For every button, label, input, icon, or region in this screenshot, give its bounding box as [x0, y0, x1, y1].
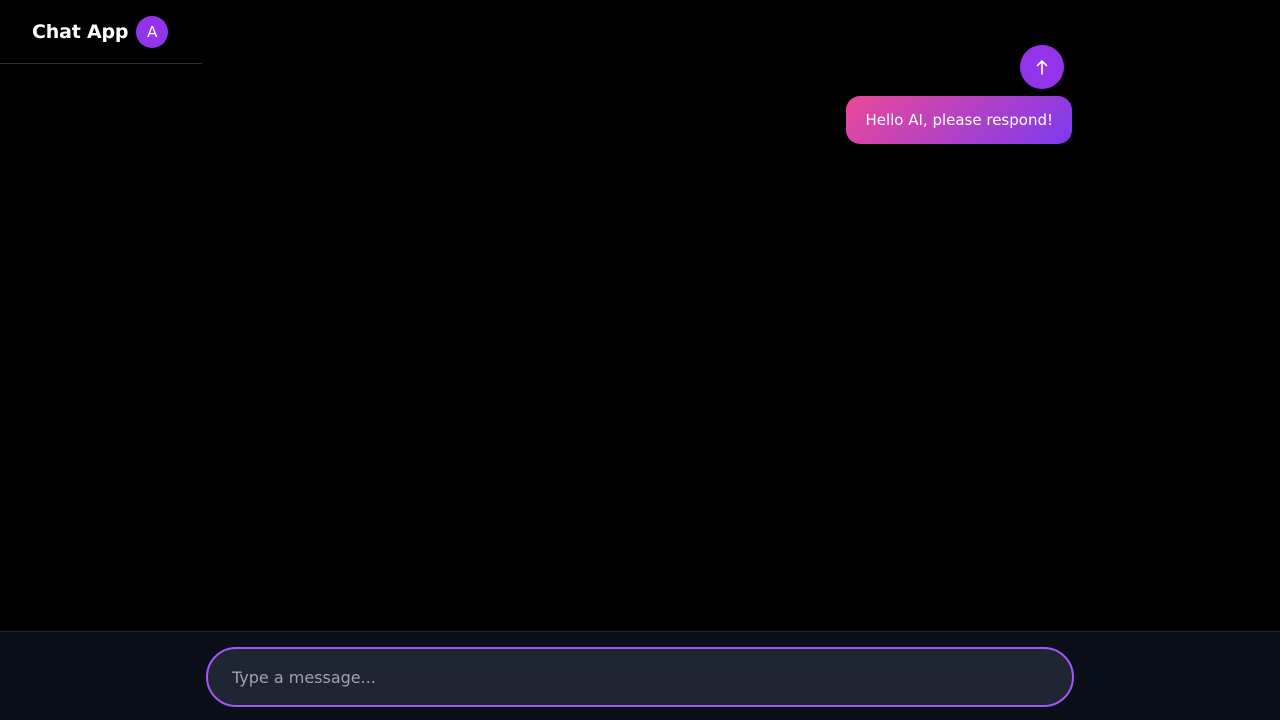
avatar[interactable]: A — [136, 15, 169, 48]
app-title: Chat App — [32, 20, 129, 43]
message-input-container — [206, 647, 1074, 707]
user-message-bubble: Hello AI, please respond! — [846, 96, 1072, 144]
app-header: Chat App A — [0, 0, 202, 64]
arrow-up-icon — [1035, 59, 1049, 75]
message-input[interactable] — [232, 649, 992, 705]
message-list: Hello AI, please respond! — [206, 64, 1074, 631]
send-button[interactable] — [1020, 45, 1064, 89]
message-composer — [0, 631, 1280, 720]
message-row-user: Hello AI, please respond! — [846, 96, 1072, 144]
chat-app: Chat App A Hello AI, please respond! — [0, 0, 1280, 720]
